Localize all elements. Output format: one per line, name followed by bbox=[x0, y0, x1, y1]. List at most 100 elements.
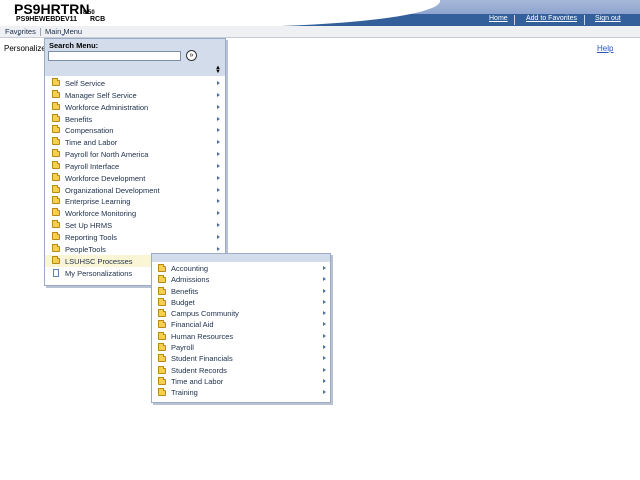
help-link[interactable]: Help bbox=[597, 44, 613, 53]
folder-icon bbox=[52, 231, 60, 240]
menu-item-label: Manager Self Service bbox=[65, 90, 137, 100]
submenu-item-label: Admissions bbox=[171, 275, 210, 285]
chevron-right-icon bbox=[323, 266, 326, 270]
menubar-separator bbox=[40, 28, 41, 36]
header-link-separator bbox=[584, 15, 585, 25]
sign-out-link[interactable]: Sign out bbox=[595, 15, 621, 22]
app-title: PS9HRTRN bbox=[14, 1, 90, 17]
chevron-right-icon bbox=[217, 163, 220, 168]
submenu-item-financial-aid[interactable]: Financial Aid bbox=[152, 319, 330, 330]
user-id: RCB bbox=[90, 16, 106, 23]
folder-icon bbox=[158, 343, 166, 352]
menu-item-label: Organizational Development bbox=[65, 185, 160, 195]
submenu-list: Accounting Admissions Benefits Budget Campus… bbox=[152, 263, 330, 399]
chevron-right-icon bbox=[217, 92, 220, 97]
folder-icon bbox=[52, 137, 60, 146]
menu-item-label: Workforce Development bbox=[65, 173, 146, 183]
chevron-right-icon bbox=[217, 128, 220, 133]
submenu-item-student-records[interactable]: Student Records bbox=[152, 365, 330, 376]
chevron-right-icon bbox=[323, 367, 326, 372]
page-header: PS9HRTRN 8.50 PS9HEWEBDEV11 RCB Home Add… bbox=[0, 0, 640, 28]
folder-icon bbox=[158, 354, 166, 363]
add-to-favorites-link[interactable]: Add to Favorites bbox=[526, 15, 577, 22]
submenu-item-training[interactable]: Training bbox=[152, 387, 330, 398]
menu-item-compensation[interactable]: Compensation bbox=[45, 124, 225, 136]
folder-icon bbox=[52, 184, 60, 193]
folder-icon bbox=[158, 275, 166, 284]
menu-item-label: Compensation bbox=[65, 126, 114, 136]
chevron-right-icon bbox=[323, 311, 326, 316]
submenu-item-label: Human Resources bbox=[171, 331, 234, 341]
menu-item-label: Set Up HRMS bbox=[65, 221, 113, 231]
folder-icon bbox=[158, 320, 166, 329]
menu-item-time-and-labor[interactable]: Time and Labor bbox=[45, 136, 225, 148]
menu-item-label: My Personalizations bbox=[65, 268, 133, 278]
submenu-item-label: Campus Community bbox=[171, 309, 239, 319]
chevron-right-icon bbox=[323, 333, 326, 338]
chevron-right-icon bbox=[217, 223, 220, 228]
menu-item-payroll-for-north-america[interactable]: Payroll for North America bbox=[45, 148, 225, 160]
menu-item-benefits[interactable]: Benefits bbox=[45, 113, 225, 125]
chevron-right-icon bbox=[217, 104, 220, 109]
folder-icon bbox=[52, 89, 60, 98]
menu-item-label: PeopleTools bbox=[65, 244, 106, 254]
menu-item-label: Benefits bbox=[65, 114, 93, 124]
menu-item-label: Payroll for North America bbox=[65, 150, 149, 160]
submenu-item-student-financials[interactable]: Student Financials bbox=[152, 353, 330, 364]
folder-icon bbox=[52, 113, 60, 122]
folder-icon bbox=[158, 286, 166, 295]
search-go-button[interactable]: » bbox=[186, 50, 197, 61]
chevron-right-icon bbox=[323, 345, 326, 350]
chevron-down-icon bbox=[61, 34, 65, 36]
personalize-link[interactable]: Personalize bbox=[4, 44, 46, 53]
main-menu-list: Self Service Manager Self Service Workforc… bbox=[45, 77, 225, 278]
submenu-item-human-resources[interactable]: Human Resources bbox=[152, 331, 330, 342]
folder-icon bbox=[52, 172, 60, 181]
chevron-right-icon bbox=[217, 211, 220, 216]
folder-icon bbox=[52, 196, 60, 205]
folder-icon bbox=[52, 220, 60, 229]
menu-item-label: Workforce Administration bbox=[65, 102, 149, 112]
menu-item-label: Self Service bbox=[65, 79, 106, 88]
search-input[interactable] bbox=[48, 51, 181, 61]
search-label: Search Menu: bbox=[49, 41, 99, 50]
submenu-item-time-and-labor[interactable]: Time and Labor bbox=[152, 376, 330, 387]
menu-item-label: LSUHSC Processes bbox=[65, 256, 133, 266]
chevron-right-icon bbox=[217, 234, 220, 239]
folder-icon bbox=[158, 297, 166, 306]
folder-icon bbox=[52, 160, 60, 169]
menu-item-workforce-monitoring[interactable]: Workforce Monitoring bbox=[45, 207, 225, 219]
menu-item-label: Payroll Interface bbox=[65, 161, 120, 171]
folder-icon bbox=[158, 365, 166, 374]
folder-icon bbox=[52, 101, 60, 110]
chevron-right-icon bbox=[217, 116, 220, 121]
folder-icon bbox=[52, 208, 60, 217]
menu-item-payroll-interface[interactable]: Payroll Interface bbox=[45, 160, 225, 172]
menu-item-reporting-tools[interactable]: Reporting Tools bbox=[45, 231, 225, 243]
menu-item-organizational-development[interactable]: Organizational Development bbox=[45, 184, 225, 196]
menu-item-enterprise-learning[interactable]: Enterprise Learning bbox=[45, 195, 225, 207]
folder-icon bbox=[158, 376, 166, 385]
submenu-item-campus-community[interactable]: Campus Community bbox=[152, 308, 330, 319]
menu-item-manager-self-service[interactable]: Manager Self Service bbox=[45, 89, 225, 101]
submenu-item-payroll[interactable]: Payroll bbox=[152, 342, 330, 353]
menu-item-workforce-administration[interactable]: Workforce Administration bbox=[45, 101, 225, 113]
submenu-item-budget[interactable]: Budget bbox=[152, 297, 330, 308]
submenu-header bbox=[152, 254, 330, 262]
submenu-item-benefits[interactable]: Benefits bbox=[152, 286, 330, 297]
sort-icon[interactable]: ▲ ▼ bbox=[215, 65, 221, 75]
submenu-item-accounting[interactable]: Accounting bbox=[152, 263, 330, 274]
submenu-item-admissions[interactable]: Admissions bbox=[152, 274, 330, 285]
folder-icon bbox=[52, 243, 60, 252]
menu-item-self-service[interactable]: Self Service bbox=[45, 77, 225, 89]
menu-item-label: Workforce Monitoring bbox=[65, 209, 137, 219]
submenu-item-label: Benefits bbox=[171, 286, 199, 296]
chevron-right-icon bbox=[323, 322, 326, 327]
menu-item-set-up-hrms[interactable]: Set Up HRMS bbox=[45, 219, 225, 231]
page-icon bbox=[53, 268, 59, 277]
menu-item-workforce-development[interactable]: Workforce Development bbox=[45, 172, 225, 184]
home-link[interactable]: Home bbox=[489, 15, 508, 22]
submenu-item-label: Payroll bbox=[171, 343, 194, 353]
submenu-item-label: Student Financials bbox=[171, 354, 233, 364]
chevron-right-icon bbox=[217, 175, 220, 180]
